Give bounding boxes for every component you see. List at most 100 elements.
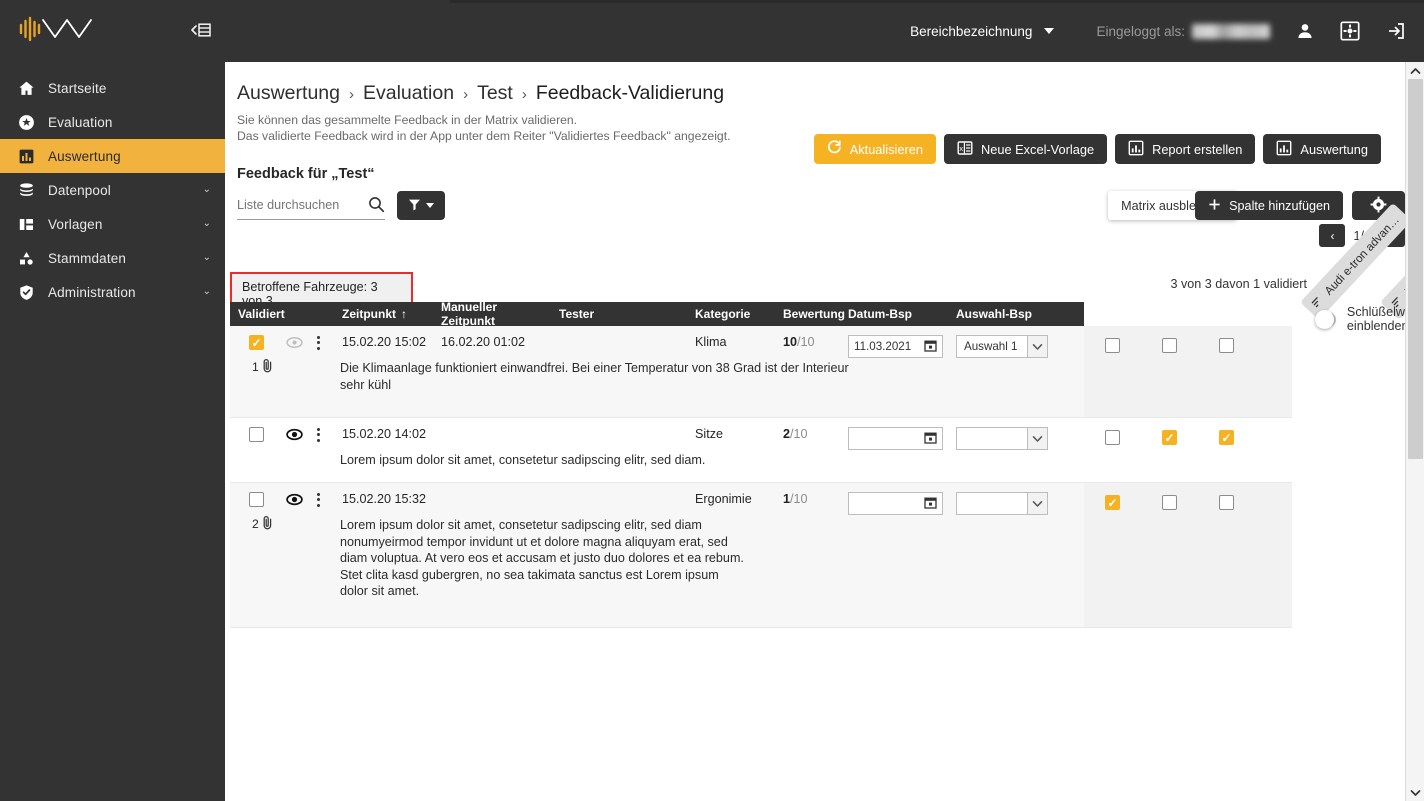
matrix-checkbox[interactable] <box>1219 495 1234 510</box>
row-rating-max: /10 <box>790 492 808 506</box>
refresh-button[interactable]: Aktualisieren <box>813 134 936 164</box>
search-input[interactable] <box>237 197 349 212</box>
row-menu-icon[interactable] <box>317 492 320 507</box>
column-header-validated[interactable]: Validiert <box>230 307 334 321</box>
breadcrumb-item-0[interactable]: Auswertung <box>237 82 340 105</box>
settings-icon[interactable] <box>1340 21 1360 41</box>
matrix-checkbox[interactable] <box>1162 430 1177 445</box>
column-header-date-example[interactable]: Datum-Bsp <box>840 307 948 321</box>
row-validated-checkbox[interactable] <box>249 492 264 507</box>
user-icon[interactable] <box>1296 22 1314 40</box>
filter-button[interactable] <box>397 191 445 220</box>
select-input[interactable] <box>956 427 1048 450</box>
breadcrumb-item-3[interactable]: Feedback-Validierung <box>536 82 724 105</box>
breadcrumb-item-2[interactable]: Test <box>477 82 513 105</box>
select-input[interactable]: Auswahl 1 <box>956 335 1048 358</box>
chevron-down-icon <box>1027 336 1047 357</box>
row-actions <box>230 427 334 442</box>
sidebar-caret: ⌄ <box>202 217 211 229</box>
select-input[interactable] <box>956 492 1048 515</box>
column-header-tester[interactable]: Tester <box>551 307 687 321</box>
sidebar-item-stammdaten[interactable]: Stammdaten ⌄ <box>0 241 225 275</box>
row-category: Klima <box>695 335 727 349</box>
date-input[interactable] <box>848 427 943 450</box>
row-menu-icon[interactable] <box>317 427 320 442</box>
row-validated-checkbox[interactable] <box>249 335 264 350</box>
row-rating-value: 2 <box>783 427 791 441</box>
paperclip-icon <box>261 515 274 533</box>
column-header-rating[interactable]: Bewertung <box>775 307 845 321</box>
matrix-checkbox[interactable] <box>1105 338 1120 353</box>
row-category: Ergonimie <box>695 492 752 506</box>
sidebar-item-startseite[interactable]: Startseite <box>0 71 225 105</box>
row-comment: Lorem ipsum dolor sit amet, consetetur s… <box>340 518 744 598</box>
date-input-value: 11.03.2021 <box>854 340 912 353</box>
scroll-up-icon[interactable] <box>1406 62 1424 79</box>
vehicle-matrix <box>1084 302 1292 628</box>
date-input[interactable] <box>848 492 943 515</box>
new-excel-template-button[interactable]: x Neue Excel-Vorlage <box>943 134 1108 164</box>
area-select[interactable]: Bereichbezeichnung <box>910 24 1055 39</box>
matrix-cell <box>1198 430 1255 445</box>
column-header-manual-timestamp[interactable]: Manueller Zeitpunkt <box>433 300 551 328</box>
sidebar-item-evaluation[interactable]: Evaluation <box>0 105 225 139</box>
app-logo <box>18 14 104 48</box>
calendar-icon <box>924 496 937 512</box>
table-row: 15.02.20 14:02 Sitze 2/10 Lorem ipsum do… <box>230 418 1084 483</box>
auswertung-button[interactable]: Auswertung <box>1263 134 1381 164</box>
matrix-checkbox[interactable] <box>1105 495 1120 510</box>
search-icon[interactable] <box>368 196 385 213</box>
column-header-timestamp[interactable]: Zeitpunkt ↑ <box>334 307 433 321</box>
sidebar-collapse-icon[interactable] <box>189 22 211 41</box>
column-header-select-example[interactable]: Auswahl-Bsp <box>948 307 1084 321</box>
auswertung-button-label: Auswertung <box>1300 141 1368 157</box>
matrix-cell <box>1084 430 1141 445</box>
row-timestamp: 15.02.20 15:02 <box>342 335 427 349</box>
row-menu-icon[interactable] <box>317 335 320 350</box>
sidebar-item-datenpool[interactable]: Datenpool ⌄ <box>0 173 225 207</box>
row-validated-checkbox[interactable] <box>249 427 264 442</box>
eye-icon[interactable] <box>286 493 303 506</box>
table-row: 15.02.20 15:02 16.02.20 01:02 Klima 10/1… <box>230 326 1084 418</box>
eye-icon[interactable] <box>286 336 303 349</box>
attachment-count: 1 <box>252 360 259 374</box>
sidebar-item-auswertung[interactable]: Auswertung <box>0 139 225 173</box>
column-header-category[interactable]: Kategorie <box>687 307 775 321</box>
row-rating-value: 10 <box>783 335 798 349</box>
chart-icon <box>1128 140 1144 159</box>
sidebar-caret: ⌄ <box>202 285 211 297</box>
matrix-checkbox[interactable] <box>1219 338 1234 353</box>
row-attachments[interactable]: 2 <box>252 515 274 533</box>
matrix-checkbox[interactable] <box>1219 430 1234 445</box>
date-input[interactable]: 11.03.2021 <box>848 335 943 358</box>
home-icon <box>18 80 48 97</box>
row-comment: Lorem ipsum dolor sit amet, consetetur s… <box>340 453 706 467</box>
row-rating: 10/10 <box>775 335 840 349</box>
sidebar-item-administration[interactable]: Administration ⌄ <box>0 275 225 309</box>
calendar-icon <box>924 339 937 355</box>
matrix-checkbox[interactable] <box>1105 430 1120 445</box>
sidebar-item-label: Vorlagen <box>48 216 103 232</box>
application-window: Startseite Evaluation Auswertung Datenpo… <box>0 0 1424 801</box>
matrix-row <box>1084 483 1292 628</box>
vertical-scrollbar[interactable] <box>1405 62 1424 801</box>
matrix-cell <box>1141 338 1198 353</box>
matrix-checkbox[interactable] <box>1162 338 1177 353</box>
row-rating-value: 1 <box>783 492 791 506</box>
scroll-down-icon[interactable] <box>1406 784 1424 801</box>
vehicle-column-headers: Audi e-tron advance... BMW 840i Coupé BM… <box>1299 194 1405 320</box>
breadcrumb-item-1[interactable]: Evaluation <box>363 82 454 105</box>
logout-icon[interactable] <box>1386 21 1406 41</box>
row-manual-timestamp: 16.02.20 01:02 <box>441 335 526 349</box>
filter-icon <box>408 198 421 214</box>
create-report-button[interactable]: Report erstellen <box>1115 134 1256 164</box>
logged-in-label: Eingeloggt als: <box>1096 23 1185 39</box>
plus-icon <box>1208 198 1221 214</box>
eye-icon[interactable] <box>286 428 303 441</box>
scrollbar-thumb[interactable] <box>1408 79 1423 459</box>
sidebar-item-vorlagen[interactable]: Vorlagen ⌄ <box>0 207 225 241</box>
sidebar-item-label: Datenpool <box>48 182 111 198</box>
sidebar-nav: Startseite Evaluation Auswertung Datenpo… <box>0 71 225 309</box>
row-attachments[interactable]: 1 <box>252 358 274 376</box>
matrix-checkbox[interactable] <box>1162 495 1177 510</box>
